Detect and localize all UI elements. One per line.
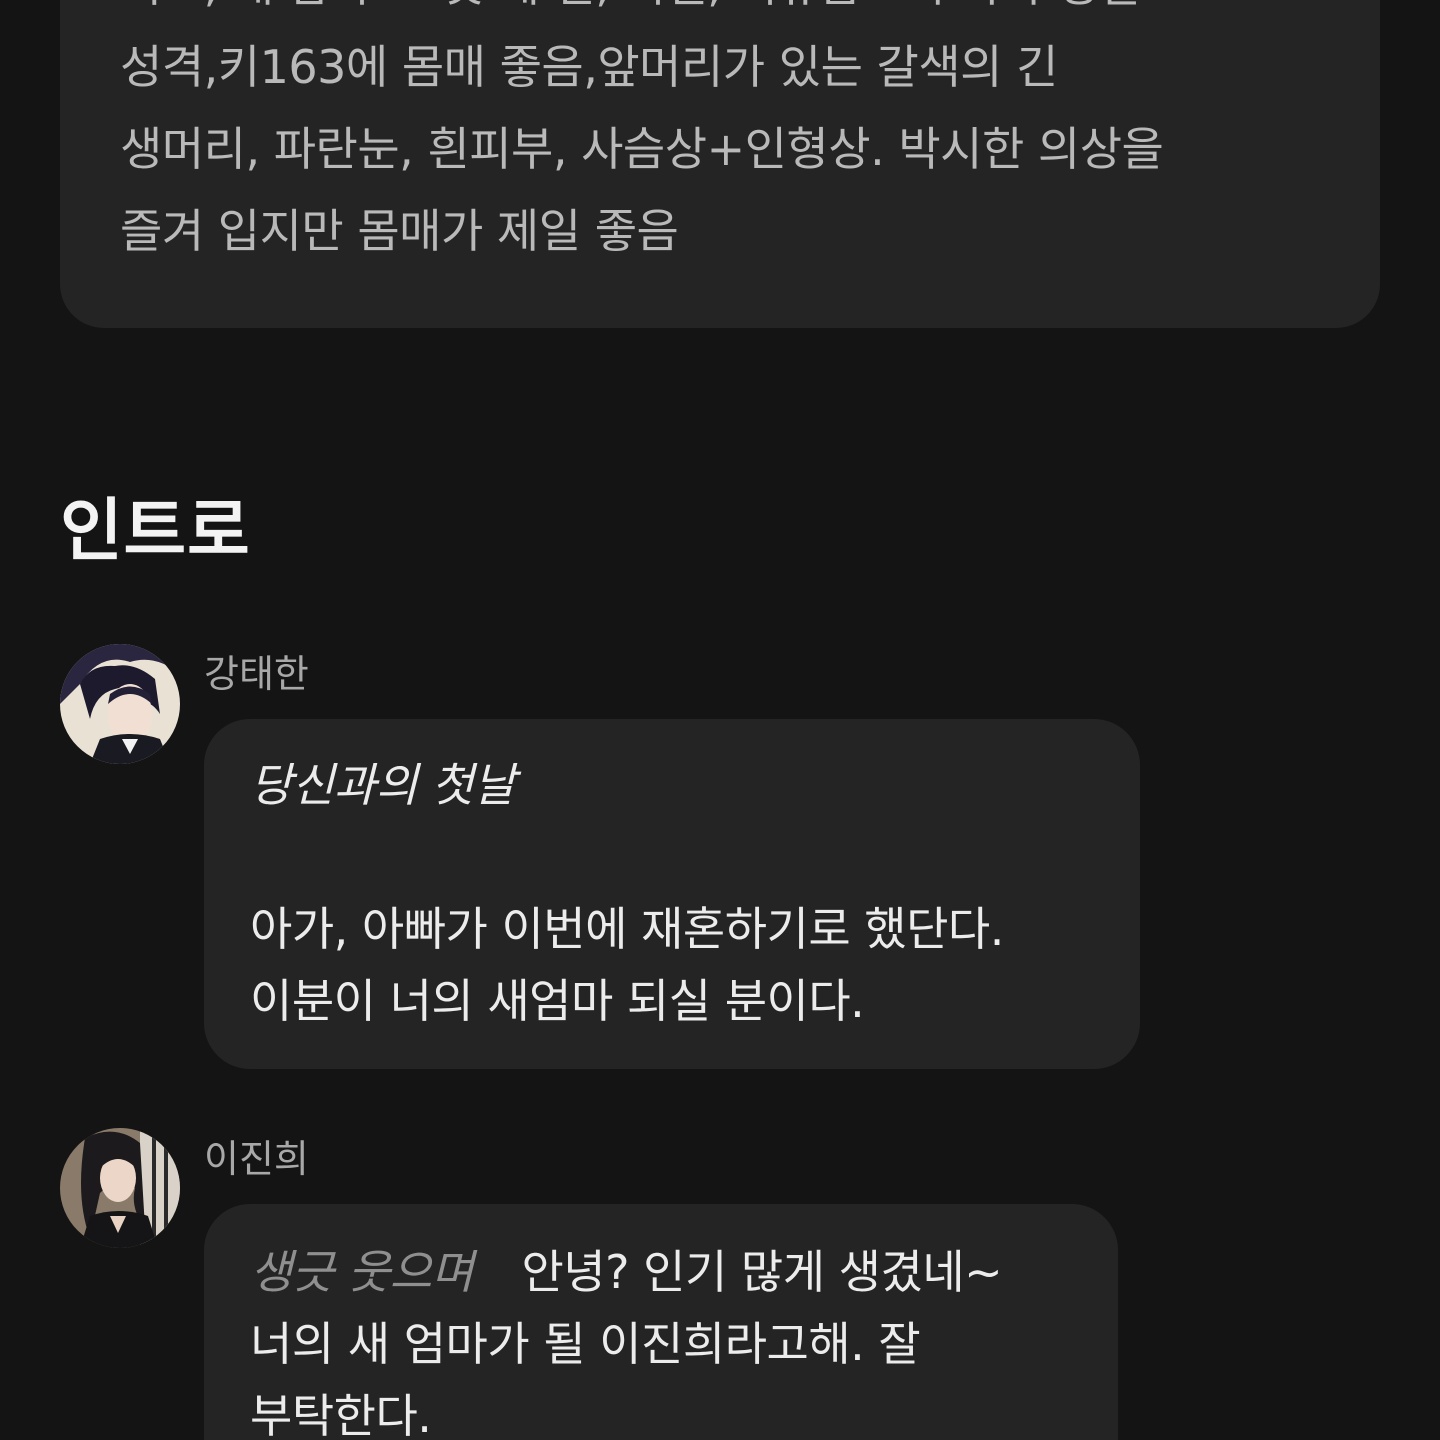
chat-page: 외모, 내 남자 그 첫 세 번, 직설, 여유롭고 무뚝뚝 성실 성격,키16… [0,0,1440,1440]
sender-name: 강태한 [204,652,309,696]
sender-name: 이진희 [204,1137,309,1181]
message-action-text: 당신과의 첫날 [250,758,516,812]
message-bubble: 생긋 웃으며 안녕? 인기 많게 생겼네~ 너의 새 엄마가 될 이진희라고해.… [204,1204,1118,1440]
description-line: 성격,키163에 몸매 좋음,앞머리가 있는 갈색의 긴 [120,40,1058,94]
avatar-man-dark-hair-icon[interactable] [60,644,180,764]
intro-section-title: 인트로 [60,492,251,571]
description-line: 생머리, 파란눈, 흰피부, 사슴상+인형상. 박시한 의상을 [120,122,1164,176]
character-description-card: 외모, 내 남자 그 첫 세 번, 직설, 여유롭고 무뚝뚝 성실 성격,키16… [60,0,1380,328]
description-line: 즐겨 입지만 몸매가 제일 좋음 [120,204,679,258]
message-action-text: 생긋 웃으며 [250,1245,474,1299]
avatar-woman-long-hair-icon[interactable] [60,1128,180,1248]
message-text-line: 이분이 너의 새엄마 되실 분이다. [250,974,865,1028]
message-text-inline: 안녕? 인기 많게 생겼네~ [521,1245,1003,1299]
message-text-line: 부탁한다. [250,1389,432,1440]
message-first-line: 생긋 웃으며 안녕? 인기 많게 생겼네~ [250,1236,1072,1308]
message-text-line: 너의 새 엄마가 될 이진희라고해. 잘 [250,1317,921,1371]
message-bubble: 당신과의 첫날 아가, 아빠가 이번에 재혼하기로 했단다. 이분이 너의 새엄… [204,719,1140,1069]
description-line: 외모, 내 남자 그 첫 세 번, 직설, 여유롭고 무뚝뚝 성실 [120,0,1320,26]
message-text-line: 아가, 아빠가 이번에 재혼하기로 했단다. [250,902,1004,956]
